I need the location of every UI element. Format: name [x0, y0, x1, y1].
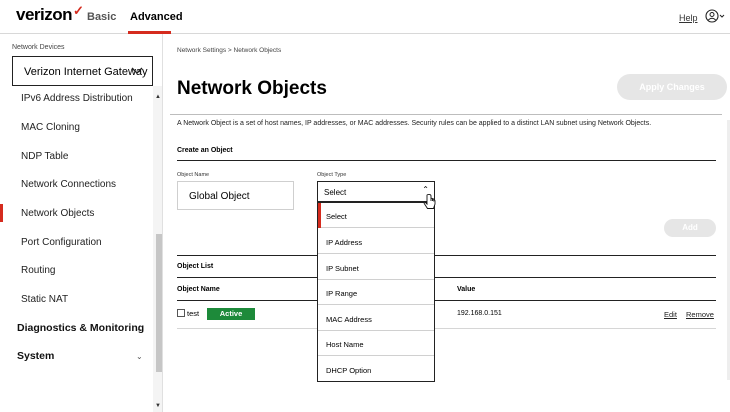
dropdown-option-ip-address[interactable]: IP Address	[318, 229, 434, 254]
hand-cursor-icon	[423, 194, 437, 212]
dropdown-option-mac-address[interactable]: MAC Address	[318, 306, 434, 331]
chevron-down-icon	[130, 63, 144, 77]
chevron-down-icon: ⌄	[136, 324, 143, 333]
sidebar-item-routing[interactable]: Routing	[21, 265, 55, 276]
sidebar: Network Devices Verizon Internet Gateway…	[0, 34, 163, 412]
column-header-object-name: Object Name	[177, 286, 220, 293]
sidebar-group-system[interactable]: System	[17, 350, 54, 362]
page-description: A Network Object is a set of host names,…	[177, 120, 652, 127]
user-menu-icon[interactable]	[705, 8, 727, 24]
device-select-value: Verizon Internet Gateway	[24, 66, 148, 78]
sidebar-item-network-connections[interactable]: Network Connections	[21, 179, 116, 190]
object-list-heading: Object List	[177, 263, 214, 270]
divider	[177, 160, 716, 161]
status-badge: Active	[207, 308, 255, 320]
dropdown-option-ip-subnet[interactable]: IP Subnet	[318, 255, 434, 280]
nav-advanced[interactable]: Advanced	[130, 11, 183, 23]
scroll-up-arrow-icon[interactable]: ▲	[155, 94, 161, 100]
row-value: 192.168.0.151	[457, 310, 502, 317]
divider	[177, 300, 716, 301]
object-type-label: Object Type	[317, 172, 347, 178]
remove-link[interactable]: Remove	[686, 310, 714, 319]
chevron-down-icon: ⌄	[136, 352, 143, 361]
nav-basic[interactable]: Basic	[87, 11, 116, 23]
divider	[177, 277, 716, 278]
object-type-dropdown: Select IP Address IP Subnet IP Range MAC…	[317, 202, 435, 382]
sidebar-item-ndp-table[interactable]: NDP Table	[21, 151, 68, 162]
verizon-logo[interactable]: verizon✓	[16, 3, 84, 25]
add-button[interactable]: Add	[664, 219, 716, 237]
divider	[177, 328, 716, 329]
sidebar-item-static-nat[interactable]: Static NAT	[21, 294, 68, 305]
dropdown-option-dhcp-option[interactable]: DHCP Option	[318, 357, 434, 382]
device-select[interactable]: Verizon Internet Gateway	[12, 56, 153, 86]
help-link[interactable]: Help	[679, 13, 698, 23]
sidebar-item-ipv6-address-distribution[interactable]: IPv6 Address Distribution	[21, 93, 133, 104]
divider	[177, 255, 716, 256]
row-checkbox[interactable]	[177, 309, 185, 317]
object-name-input[interactable]: Global Object	[177, 181, 294, 210]
object-name-label: Object Name	[177, 172, 210, 178]
sidebar-item-port-configuration[interactable]: Port Configuration	[21, 237, 102, 248]
edit-link[interactable]: Edit	[664, 310, 677, 319]
column-header-value: Value	[457, 286, 476, 293]
chevron-up-icon: ⌃	[422, 185, 429, 194]
sidebar-scroll-thumb[interactable]	[156, 234, 162, 372]
breadcrumb: Network Settings > Network Objects	[177, 47, 282, 54]
sidebar-item-mac-cloning[interactable]: MAC Cloning	[21, 122, 80, 133]
apply-changes-button[interactable]: Apply Changes	[617, 74, 727, 100]
scroll-down-arrow-icon[interactable]: ▼	[155, 403, 161, 409]
object-type-select[interactable]: Select ⌃	[317, 181, 435, 202]
dropdown-option-host-name[interactable]: Host Name	[318, 331, 434, 356]
object-type-value: Select	[324, 188, 347, 197]
device-label: Network Devices	[12, 44, 65, 51]
logo-check: ✓	[73, 3, 84, 18]
row-object-name: test	[187, 309, 200, 318]
page-title: Network Objects	[177, 78, 327, 99]
divider	[170, 114, 722, 115]
dropdown-option-select[interactable]: Select	[318, 203, 434, 228]
top-bar: verizon✓ Basic Advanced Help	[0, 0, 730, 34]
dropdown-option-ip-range[interactable]: IP Range	[318, 280, 434, 305]
sidebar-group-diagnostics[interactable]: Diagnostics & Monitoring	[17, 322, 144, 334]
create-object-heading: Create an Object	[177, 147, 233, 154]
sidebar-item-network-objects[interactable]: Network Objects	[0, 204, 94, 222]
